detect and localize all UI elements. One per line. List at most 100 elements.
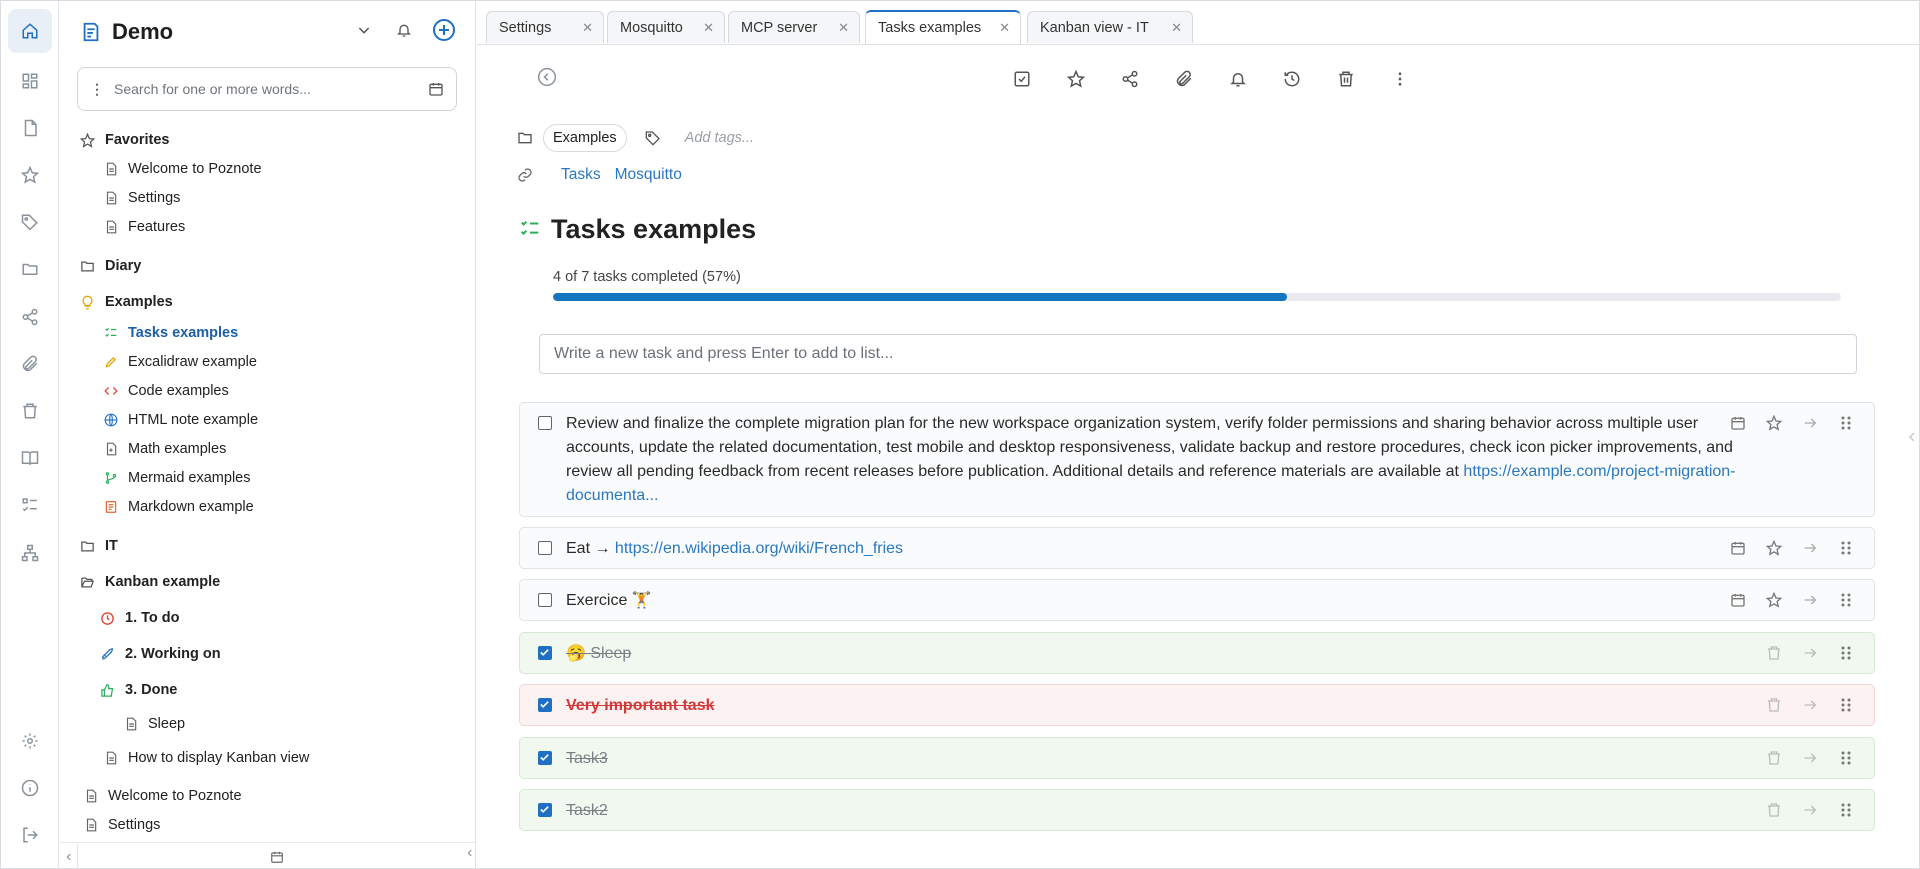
task-checkbox-checked[interactable] <box>538 803 552 817</box>
close-icon[interactable]: ✕ <box>999 20 1010 36</box>
task-text[interactable]: Task3 <box>566 747 1744 771</box>
task-checkbox[interactable] <box>538 593 552 607</box>
notes-icon[interactable] <box>8 106 52 150</box>
tab-mcp-server[interactable]: MCP server ✕ <box>728 11 860 43</box>
task-link[interactable]: https://en.wikipedia.org/wiki/French_fri… <box>615 540 903 557</box>
add-tags-input[interactable]: Add tags... <box>685 130 754 146</box>
arrow-right-icon[interactable] <box>1792 590 1828 610</box>
kanban-column-todo[interactable]: 1. To do <box>100 605 180 631</box>
drag-handle-icon[interactable] <box>1828 590 1864 610</box>
folder-examples[interactable]: Examples <box>80 289 173 315</box>
trash-icon[interactable] <box>1756 800 1792 820</box>
note-item[interactable]: How to display Kanban view <box>104 745 309 771</box>
chevron-left-icon[interactable] <box>1907 419 1919 455</box>
attachment-icon[interactable] <box>8 342 52 386</box>
note-item[interactable]: Mermaid examples <box>104 465 251 491</box>
folder-it[interactable]: IT <box>80 533 118 559</box>
tags-icon[interactable] <box>8 200 52 244</box>
logout-icon[interactable] <box>8 813 52 857</box>
note-item[interactable]: Settings <box>84 812 160 838</box>
note-item[interactable]: Code examples <box>104 378 229 404</box>
kanban-column-working[interactable]: 2. Working on <box>100 641 221 667</box>
chevron-left-icon[interactable] <box>60 843 78 868</box>
task-text[interactable]: Exercice 🏋️ <box>566 589 1744 613</box>
tab-mosquitto[interactable]: Mosquitto ✕ <box>607 11 725 43</box>
chevron-left-icon[interactable] <box>463 843 477 863</box>
search-options-icon[interactable]: ⋮ <box>90 81 104 98</box>
sitemap-icon[interactable] <box>8 531 52 575</box>
folder-kanban[interactable]: Kanban example <box>80 569 220 595</box>
share-icon[interactable] <box>1103 65 1157 93</box>
drag-handle-icon[interactable] <box>1828 413 1864 433</box>
calendar-icon[interactable] <box>1720 590 1756 610</box>
calendar-icon[interactable] <box>1720 413 1756 433</box>
trash-icon[interactable] <box>8 389 52 433</box>
task-checkbox-checked[interactable] <box>538 646 552 660</box>
close-icon[interactable]: ✕ <box>1171 20 1182 36</box>
note-item[interactable]: Excalidraw example <box>104 349 257 375</box>
dashboard-icon[interactable] <box>8 59 52 103</box>
drag-handle-icon[interactable] <box>1828 748 1864 768</box>
kanban-column-done[interactable]: 3. Done <box>100 677 177 703</box>
arrow-right-icon[interactable] <box>1792 695 1828 715</box>
trash-icon[interactable] <box>1319 65 1373 93</box>
tab-settings[interactable]: Settings ✕ <box>486 11 604 43</box>
arrow-right-icon[interactable] <box>1792 413 1828 433</box>
task-text[interactable]: Task2 <box>566 799 1744 823</box>
task-text[interactable]: Eat → https://en.wikipedia.org/wiki/Fren… <box>566 537 1744 561</box>
arrow-right-icon[interactable] <box>1792 800 1828 820</box>
tab-tasks-examples[interactable]: Tasks examples ✕ <box>865 10 1021 44</box>
arrow-right-icon[interactable] <box>1792 748 1828 768</box>
info-icon[interactable] <box>8 766 52 810</box>
add-note-plus-icon[interactable] <box>431 17 457 43</box>
drag-handle-icon[interactable] <box>1828 800 1864 820</box>
close-icon[interactable]: ✕ <box>582 20 593 36</box>
drag-handle-icon[interactable] <box>1828 643 1864 663</box>
bell-icon[interactable] <box>391 17 417 43</box>
note-title[interactable]: Tasks examples <box>551 214 756 245</box>
note-item[interactable]: Settings <box>104 185 180 211</box>
drag-handle-icon[interactable] <box>1828 538 1864 558</box>
search-input[interactable] <box>114 81 418 97</box>
home-icon[interactable] <box>8 9 52 53</box>
folder-open-icon[interactable] <box>8 247 52 291</box>
bell-icon[interactable] <box>1211 65 1265 93</box>
star-icon[interactable] <box>1756 590 1792 610</box>
calendar-icon[interactable] <box>428 81 444 97</box>
close-icon[interactable]: ✕ <box>703 20 714 36</box>
note-item[interactable]: Markdown example <box>104 494 254 520</box>
more-vertical-icon[interactable] <box>1373 65 1427 93</box>
task-checkbox[interactable] <box>538 541 552 555</box>
favorites-icon[interactable] <box>8 153 52 197</box>
new-task-input[interactable] <box>539 334 1857 374</box>
linked-note-link[interactable]: Mosquitto <box>615 166 682 184</box>
folder-diary[interactable]: Diary <box>80 253 141 279</box>
note-item[interactable]: HTML note example <box>104 407 258 433</box>
drag-handle-icon[interactable] <box>1828 695 1864 715</box>
settings-gear-icon[interactable] <box>8 719 52 763</box>
linked-note-link[interactable]: Tasks <box>561 166 601 184</box>
check-square-icon[interactable] <box>995 65 1049 93</box>
task-checkbox[interactable] <box>538 416 552 430</box>
back-circle-icon[interactable] <box>537 67 561 91</box>
note-item[interactable]: Features <box>104 214 185 240</box>
note-item[interactable]: Sleep <box>124 711 185 737</box>
note-item[interactable]: Welcome to Poznote <box>104 156 262 182</box>
folder-chip[interactable]: Examples <box>543 124 627 152</box>
workspace-header[interactable]: Demo <box>80 15 173 49</box>
tasks-icon[interactable] <box>8 483 52 527</box>
task-text[interactable]: Review and finalize the complete migrati… <box>566 412 1744 508</box>
task-text[interactable]: 🥱 Sleep <box>566 642 1744 666</box>
star-icon[interactable] <box>1756 413 1792 433</box>
note-item-active[interactable]: Tasks examples <box>104 320 238 346</box>
close-icon[interactable]: ✕ <box>838 20 849 36</box>
star-icon[interactable] <box>1049 65 1103 93</box>
history-icon[interactable] <box>1265 65 1319 93</box>
folder-favorites[interactable]: Favorites <box>80 127 169 153</box>
paperclip-icon[interactable] <box>1157 65 1211 93</box>
note-item[interactable]: Welcome to Poznote <box>84 783 242 809</box>
arrow-right-icon[interactable] <box>1792 538 1828 558</box>
trash-icon[interactable] <box>1756 695 1792 715</box>
calendar-icon[interactable] <box>1720 538 1756 558</box>
arrow-right-icon[interactable] <box>1792 643 1828 663</box>
